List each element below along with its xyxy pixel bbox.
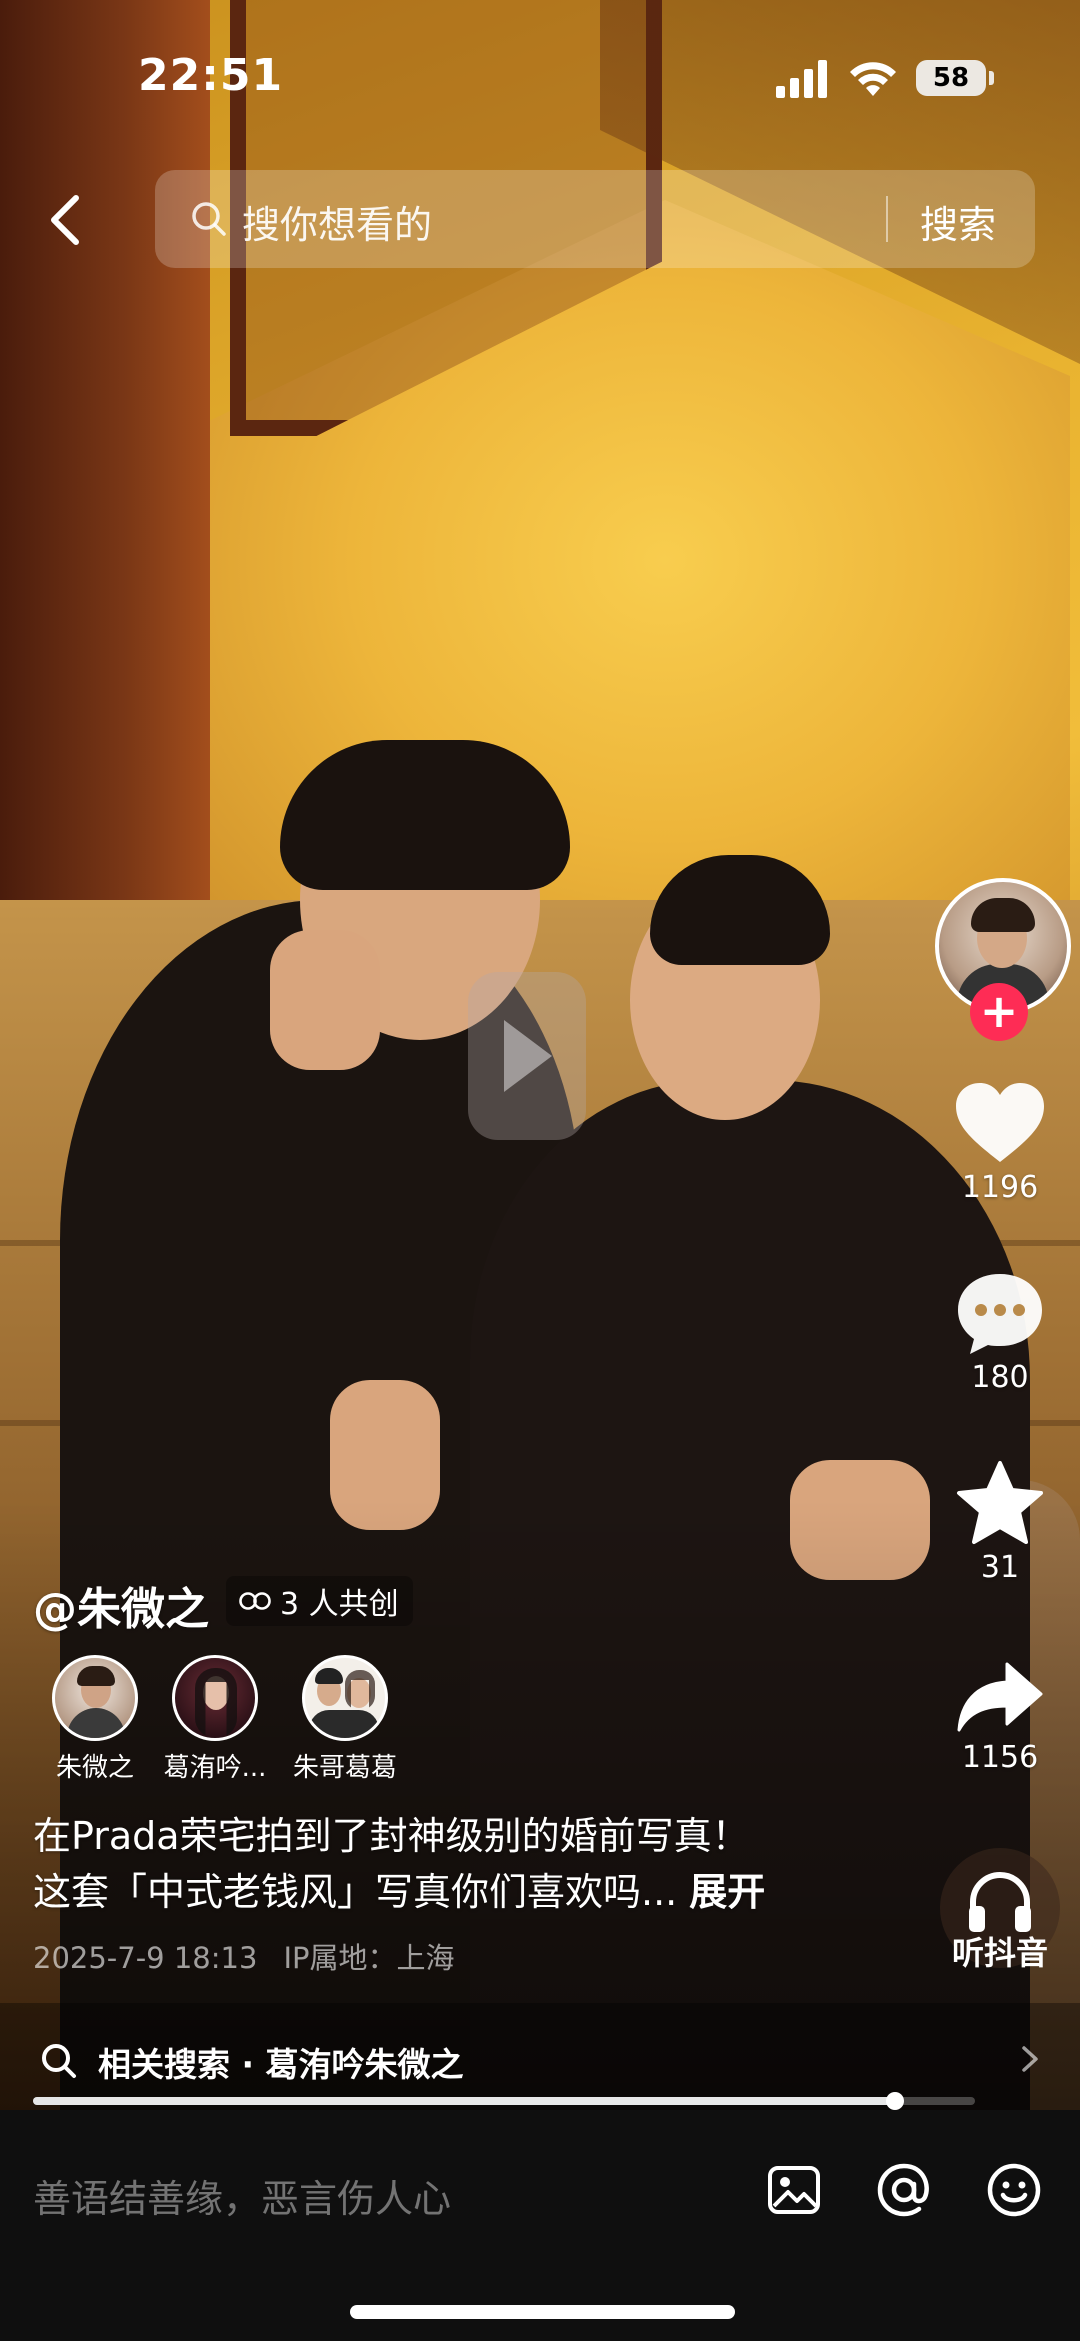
related-search-text[interactable]: 相关搜索 · 葛洧吟朱微之 bbox=[98, 2038, 464, 2086]
like-count: 1196 bbox=[961, 1170, 1039, 1205]
heart-icon bbox=[956, 1083, 1044, 1162]
battery-tip bbox=[989, 71, 994, 85]
search-icon bbox=[192, 202, 226, 236]
cocreator-name: 朱微之 bbox=[55, 1753, 134, 1783]
star-icon bbox=[957, 1461, 1043, 1544]
play-icon bbox=[504, 1020, 552, 1092]
avatar bbox=[302, 1655, 388, 1741]
cocreate-badge[interactable]: 3 人共创 bbox=[226, 1576, 413, 1626]
comment-button[interactable]: 180 bbox=[940, 1270, 1060, 1395]
wifi-icon bbox=[850, 62, 896, 96]
share-icon bbox=[957, 1662, 1043, 1732]
playback-progress[interactable] bbox=[33, 2092, 975, 2110]
author-name[interactable]: @朱微之 bbox=[33, 1573, 209, 1637]
at-icon[interactable] bbox=[874, 2160, 934, 2220]
ip-location: IP属地：上海 bbox=[283, 1941, 455, 1975]
hand bbox=[270, 930, 380, 1070]
post-caption[interactable]: 在Prada荣宅拍到了封神级别的婚前写真！ 这套「中式老钱风」写真你们喜欢吗..… bbox=[33, 1808, 913, 1920]
status-time: 22:51 bbox=[138, 50, 284, 101]
chevron-right-icon[interactable] bbox=[1020, 2044, 1040, 2074]
search-input[interactable]: 搜你想看的 bbox=[242, 194, 432, 249]
search-divider bbox=[886, 196, 888, 242]
avatar bbox=[172, 1655, 258, 1741]
cocreate-label: 3 人共创 bbox=[280, 1587, 399, 1622]
search-icon bbox=[42, 2044, 76, 2078]
caption-line-2: 这套「中式老钱风」写真你们喜欢吗... bbox=[33, 1870, 678, 1914]
cocreate-icon bbox=[239, 1592, 271, 1610]
battery-level: 58 bbox=[916, 60, 986, 96]
status-bar: 22:51 58 bbox=[0, 0, 1080, 150]
back-arrow-icon[interactable] bbox=[40, 190, 90, 250]
expand-button[interactable]: 展开 bbox=[689, 1870, 765, 1914]
image-icon[interactable] bbox=[764, 2160, 824, 2220]
headphones-icon bbox=[969, 1872, 1031, 1932]
favorite-button[interactable]: 31 bbox=[940, 1460, 1060, 1585]
comment-count: 180 bbox=[971, 1360, 1029, 1395]
search-button[interactable]: 搜索 bbox=[920, 194, 996, 249]
share-button[interactable]: 1156 bbox=[940, 1660, 1060, 1775]
cocreator-list: 朱微之 葛洧吟... 朱哥葛葛 bbox=[30, 1655, 430, 1783]
like-button[interactable]: 1196 bbox=[940, 1080, 1060, 1205]
listen-douyin-label[interactable]: 听抖音 bbox=[930, 1928, 1070, 1974]
home-indicator[interactable] bbox=[350, 2305, 735, 2319]
person-man-hair bbox=[280, 740, 570, 890]
play-overlay[interactable] bbox=[468, 972, 586, 1140]
door-frame bbox=[0, 0, 210, 1000]
cocreator-item[interactable]: 朱哥葛葛 bbox=[280, 1655, 410, 1784]
emoji-icon[interactable] bbox=[984, 2160, 1044, 2220]
comment-icon bbox=[958, 1274, 1042, 1354]
cocreator-item[interactable]: 朱微之 bbox=[30, 1655, 160, 1784]
share-count: 1156 bbox=[961, 1740, 1039, 1775]
favorite-count: 31 bbox=[980, 1550, 1020, 1585]
post-meta: 2025-7-9 18:13 IP属地：上海 bbox=[33, 1935, 454, 1977]
caption-line-1: 在Prada荣宅拍到了封神级别的婚前写真！ bbox=[33, 1814, 750, 1858]
avatar-hair bbox=[971, 898, 1035, 932]
cocreator-name: 朱哥葛葛 bbox=[292, 1753, 397, 1783]
follow-button[interactable]: + bbox=[970, 983, 1028, 1041]
cocreator-item[interactable]: 葛洧吟... bbox=[150, 1655, 280, 1784]
cellular-signal-icon bbox=[776, 58, 830, 98]
avatar bbox=[52, 1655, 138, 1741]
progress-knob[interactable] bbox=[885, 2092, 904, 2110]
post-date: 2025-7-9 18:13 bbox=[33, 1941, 258, 1975]
progress-fill bbox=[33, 2097, 895, 2105]
cocreator-name: 葛洧吟... bbox=[163, 1753, 267, 1783]
comment-input[interactable]: 善语结善缘，恶言伤人心 bbox=[33, 2168, 451, 2223]
